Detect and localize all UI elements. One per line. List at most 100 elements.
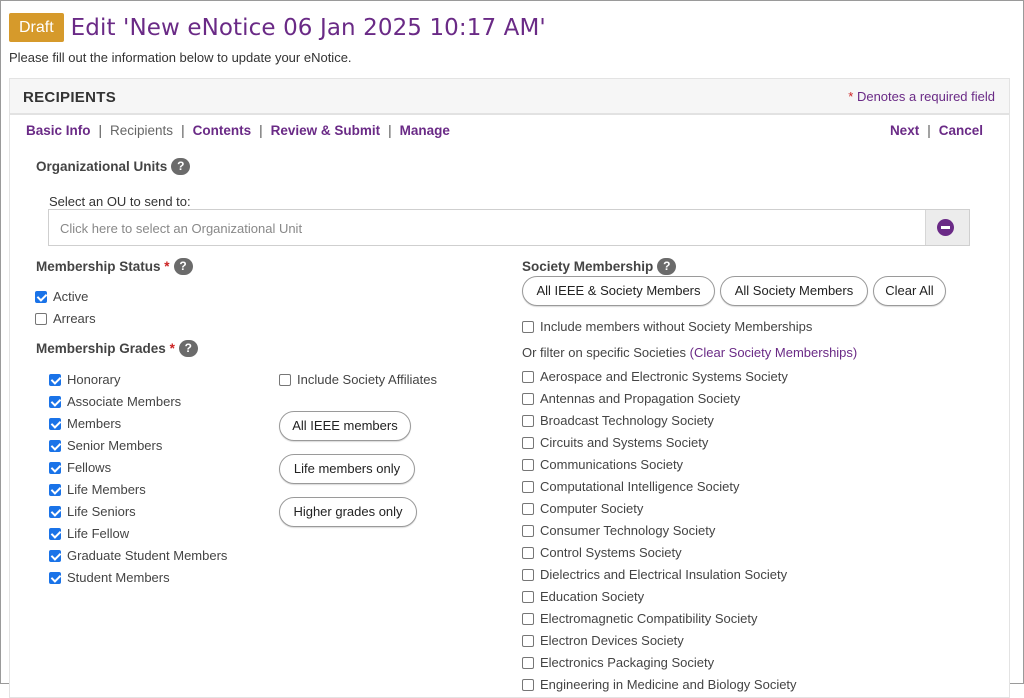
ou-placeholder[interactable]: Click here to select an Organizational U…: [60, 221, 302, 236]
nav-review-submit[interactable]: Review & Submit: [271, 123, 381, 138]
nav-basic-info[interactable]: Basic Info: [26, 123, 91, 138]
grade-option-label[interactable]: Life Seniors: [67, 504, 136, 519]
grade-option-label[interactable]: Members: [67, 416, 121, 431]
grade-option-row[interactable]: Life Seniors: [49, 504, 136, 519]
society-option-label[interactable]: Communications Society: [540, 457, 683, 472]
society-membership-help-icon[interactable]: ?: [657, 258, 677, 275]
society-option-row[interactable]: Computer Society: [522, 501, 643, 516]
society-option-row[interactable]: Electron Devices Society: [522, 633, 684, 648]
life-members-only-button[interactable]: Life members only: [279, 454, 415, 484]
society-option-checkbox[interactable]: [522, 590, 534, 603]
society-option-checkbox[interactable]: [522, 612, 534, 625]
society-option-checkbox[interactable]: [522, 568, 534, 581]
status-option-row[interactable]: Active: [35, 289, 88, 304]
grade-option-label[interactable]: Associate Members: [67, 394, 181, 409]
grade-option-checkbox[interactable]: [49, 527, 61, 540]
clear-society-memberships-link[interactable]: (Clear Society Memberships): [690, 345, 858, 360]
include-affiliates-label[interactable]: Include Society Affiliates: [297, 372, 437, 387]
society-option-checkbox[interactable]: [522, 370, 534, 383]
society-option-row[interactable]: Aerospace and Electronic Systems Society: [522, 369, 788, 384]
grade-option-label[interactable]: Fellows: [67, 460, 111, 475]
society-option-checkbox[interactable]: [522, 546, 534, 559]
society-option-row[interactable]: Dielectrics and Electrical Insulation So…: [522, 567, 787, 582]
grade-option-checkbox[interactable]: [49, 395, 61, 408]
grade-option-checkbox[interactable]: [49, 505, 61, 518]
society-option-label[interactable]: Electromagnetic Compatibility Society: [540, 611, 757, 626]
nav-manage[interactable]: Manage: [400, 123, 450, 138]
society-option-label[interactable]: Education Society: [540, 589, 644, 604]
society-option-checkbox[interactable]: [522, 458, 534, 471]
society-option-checkbox[interactable]: [522, 414, 534, 427]
grade-option-label[interactable]: Student Members: [67, 570, 170, 585]
grade-option-checkbox[interactable]: [49, 373, 61, 386]
ou-help-icon[interactable]: ?: [171, 158, 191, 175]
society-option-label[interactable]: Consumer Technology Society: [540, 523, 715, 538]
status-option-row[interactable]: Arrears: [35, 311, 96, 326]
grade-option-row[interactable]: Members: [49, 416, 121, 431]
grade-option-label[interactable]: Life Fellow: [67, 526, 129, 541]
society-option-row[interactable]: Engineering in Medicine and Biology Soci…: [522, 677, 797, 692]
grade-option-checkbox[interactable]: [49, 439, 61, 452]
society-option-label[interactable]: Engineering in Medicine and Biology Soci…: [540, 677, 797, 692]
grade-option-label[interactable]: Graduate Student Members: [67, 548, 227, 563]
include-without-societies-checkbox[interactable]: [522, 320, 534, 333]
grade-option-row[interactable]: Life Members: [49, 482, 146, 497]
society-option-row[interactable]: Antennas and Propagation Society: [522, 391, 740, 406]
all-ieee-members-button[interactable]: All IEEE members: [279, 411, 411, 441]
society-option-label[interactable]: Circuits and Systems Society: [540, 435, 708, 450]
status-option-label[interactable]: Arrears: [53, 311, 96, 326]
grade-option-checkbox[interactable]: [49, 549, 61, 562]
grade-option-row[interactable]: Associate Members: [49, 394, 181, 409]
grade-option-label[interactable]: Senior Members: [67, 438, 162, 453]
society-option-label[interactable]: Dielectrics and Electrical Insulation So…: [540, 567, 787, 582]
society-option-row[interactable]: Control Systems Society: [522, 545, 682, 560]
grade-option-label[interactable]: Life Members: [67, 482, 146, 497]
society-option-label[interactable]: Electronics Packaging Society: [540, 655, 714, 670]
nav-contents[interactable]: Contents: [193, 123, 252, 138]
society-option-row[interactable]: Electronics Packaging Society: [522, 655, 714, 670]
all-society-members-button[interactable]: All Society Members: [720, 276, 868, 306]
grade-option-label[interactable]: Honorary: [67, 372, 120, 387]
society-option-label[interactable]: Aerospace and Electronic Systems Society: [540, 369, 788, 384]
membership-status-help-icon[interactable]: ?: [173, 258, 193, 275]
ou-remove-button[interactable]: [925, 210, 969, 245]
grade-option-row[interactable]: Senior Members: [49, 438, 162, 453]
status-option-label[interactable]: Active: [53, 289, 88, 304]
society-option-label[interactable]: Broadcast Technology Society: [540, 413, 714, 428]
society-option-row[interactable]: Circuits and Systems Society: [522, 435, 708, 450]
society-option-checkbox[interactable]: [522, 524, 534, 537]
society-option-checkbox[interactable]: [522, 678, 534, 691]
status-option-checkbox[interactable]: [35, 290, 47, 303]
grade-option-checkbox[interactable]: [49, 461, 61, 474]
cancel-link[interactable]: Cancel: [939, 123, 983, 138]
ou-selector[interactable]: Click here to select an Organizational U…: [48, 209, 970, 246]
society-option-label[interactable]: Electron Devices Society: [540, 633, 684, 648]
grade-option-checkbox[interactable]: [49, 417, 61, 430]
all-ieee-society-members-button[interactable]: All IEEE & Society Members: [522, 276, 715, 306]
grade-option-row[interactable]: Life Fellow: [49, 526, 129, 541]
society-option-label[interactable]: Antennas and Propagation Society: [540, 391, 740, 406]
membership-grades-help-icon[interactable]: ?: [178, 340, 198, 357]
include-affiliates-row[interactable]: Include Society Affiliates: [279, 372, 437, 387]
status-option-checkbox[interactable]: [35, 312, 47, 325]
society-option-row[interactable]: Education Society: [522, 589, 644, 604]
include-without-societies-label[interactable]: Include members without Society Membersh…: [540, 319, 812, 334]
society-option-row[interactable]: Electromagnetic Compatibility Society: [522, 611, 757, 626]
society-option-row[interactable]: Broadcast Technology Society: [522, 413, 714, 428]
grade-option-row[interactable]: Fellows: [49, 460, 111, 475]
next-link[interactable]: Next: [890, 123, 919, 138]
society-option-checkbox[interactable]: [522, 480, 534, 493]
grade-option-row[interactable]: Honorary: [49, 372, 120, 387]
society-option-checkbox[interactable]: [522, 436, 534, 449]
society-option-label[interactable]: Computational Intelligence Society: [540, 479, 739, 494]
society-option-label[interactable]: Control Systems Society: [540, 545, 682, 560]
society-option-row[interactable]: Consumer Technology Society: [522, 523, 715, 538]
grade-option-row[interactable]: Student Members: [49, 570, 170, 585]
grade-option-row[interactable]: Graduate Student Members: [49, 548, 227, 563]
clear-all-button[interactable]: Clear All: [873, 276, 946, 306]
society-option-checkbox[interactable]: [522, 392, 534, 405]
society-option-row[interactable]: Communications Society: [522, 457, 683, 472]
society-option-label[interactable]: Computer Society: [540, 501, 643, 516]
society-option-checkbox[interactable]: [522, 634, 534, 647]
society-option-row[interactable]: Computational Intelligence Society: [522, 479, 739, 494]
